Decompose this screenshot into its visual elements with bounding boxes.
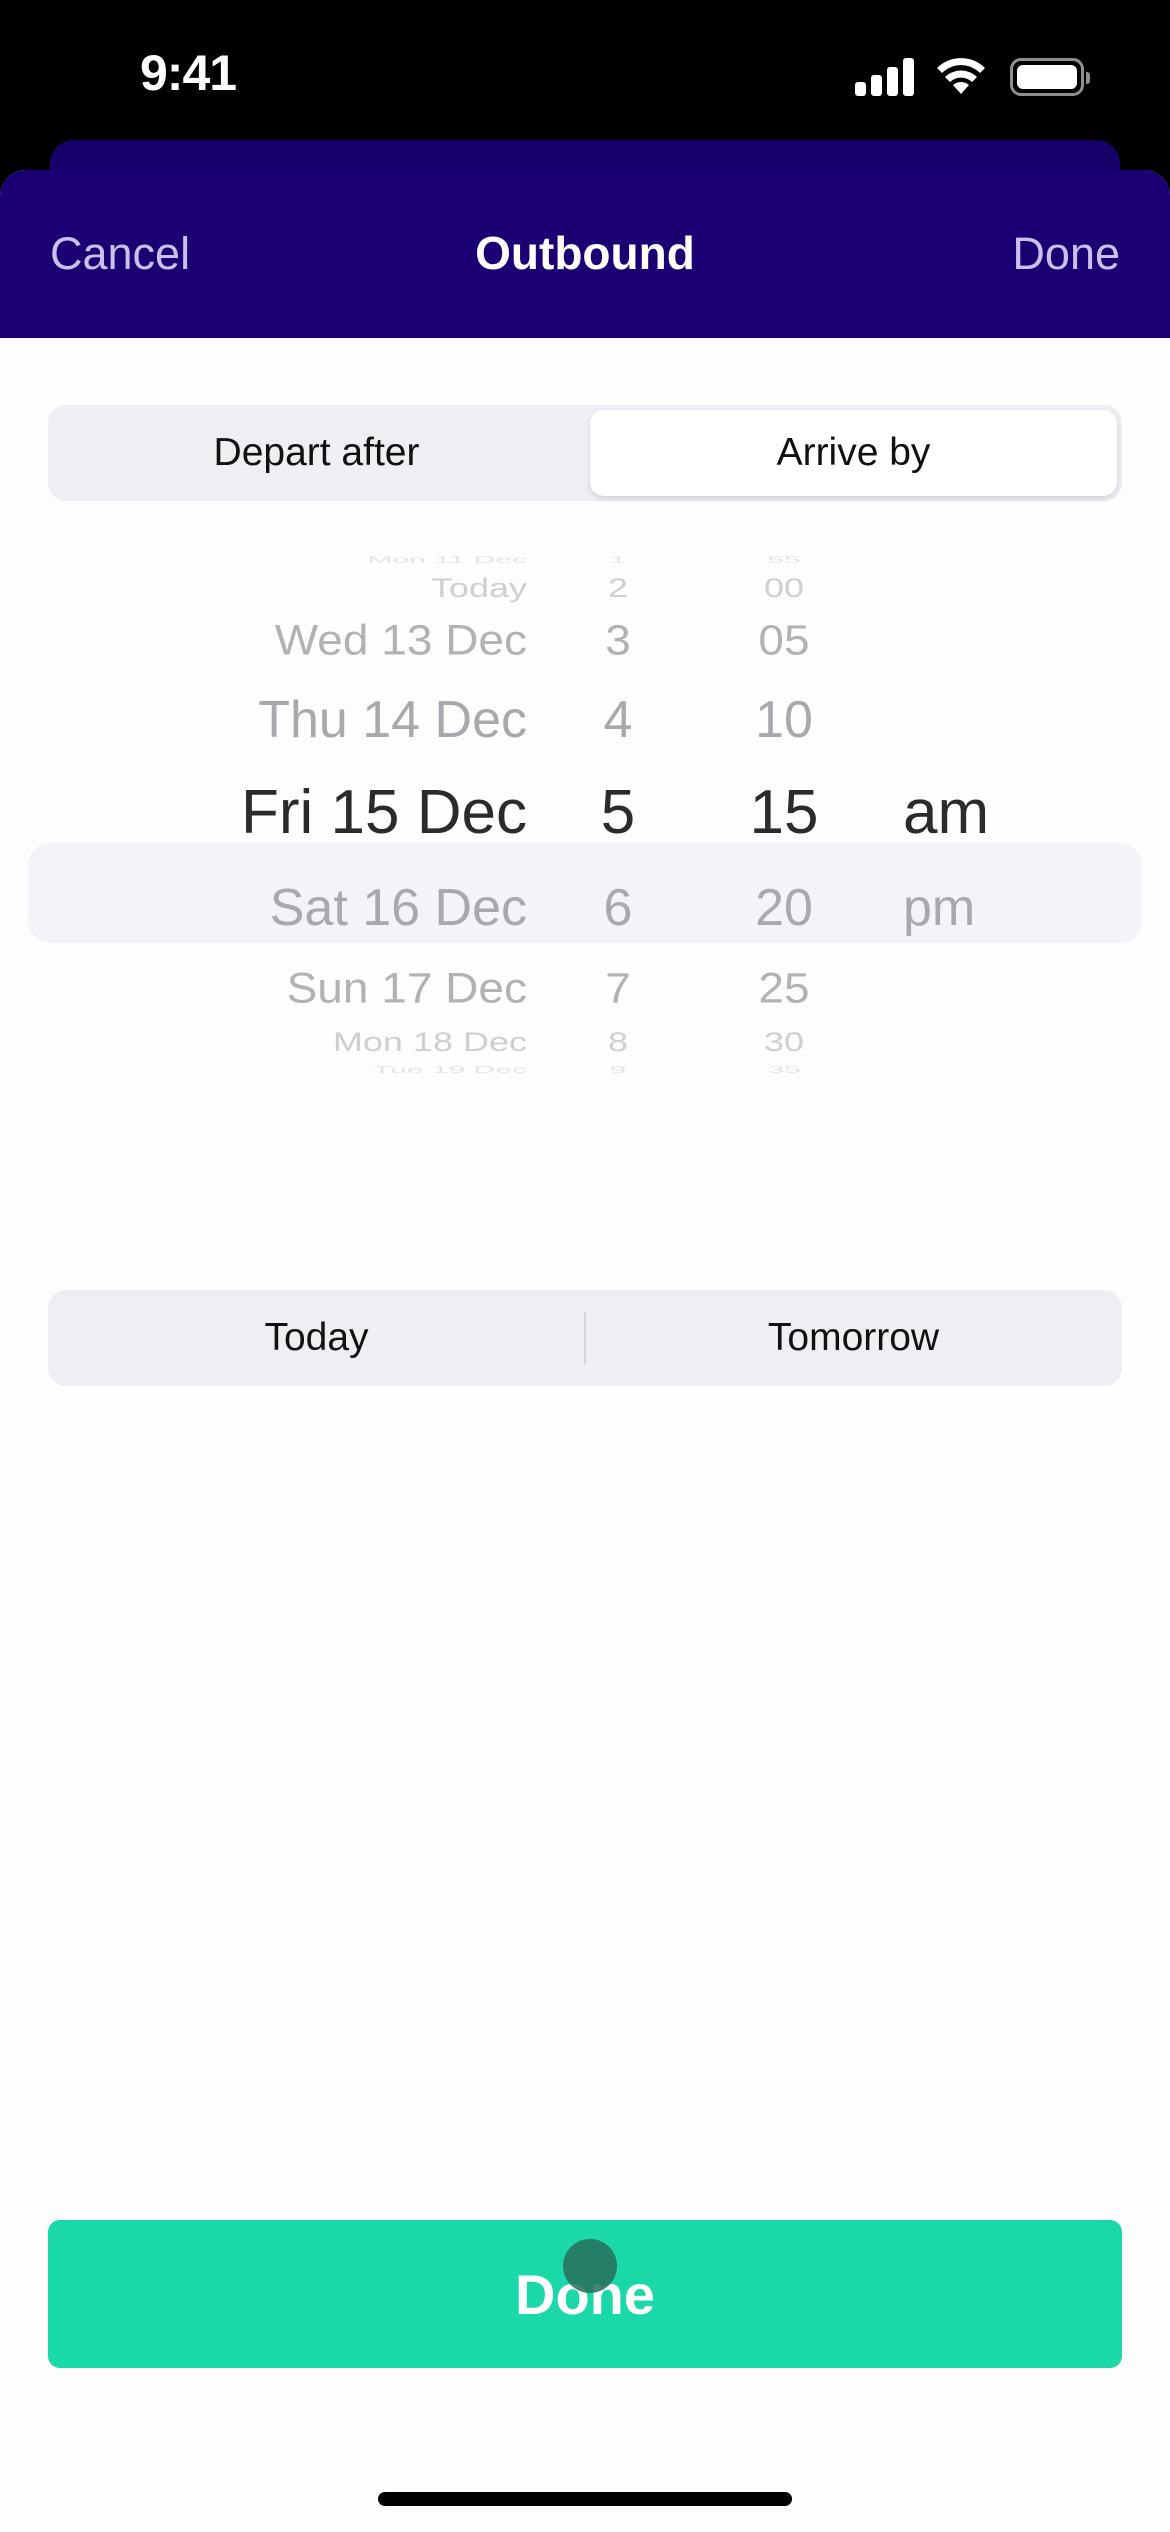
status-bar: 9:41 bbox=[0, 0, 1170, 140]
picker-date-value: Sun 17 Dec bbox=[286, 964, 527, 1013]
cellular-signal-icon bbox=[855, 58, 915, 96]
date-time-sheet: Cancel Outbound Done Depart after Arrive… bbox=[0, 170, 1170, 2532]
wifi-icon bbox=[937, 58, 985, 94]
picker-date-value: Mon 11 Dec bbox=[367, 553, 527, 566]
segment-tomorrow[interactable]: Tomorrow bbox=[585, 1290, 1122, 1386]
picker-date-value: Thu 14 Dec bbox=[258, 690, 527, 749]
cancel-button[interactable]: Cancel bbox=[50, 228, 190, 280]
picker-date-value: Tue 19 Dec bbox=[373, 1063, 527, 1076]
picker-date-value: Fri 15 Dec bbox=[241, 778, 527, 848]
touch-indicator bbox=[563, 2239, 617, 2293]
picker-date-value: Mon 18 Dec bbox=[332, 1026, 527, 1058]
nav-bar: Cancel Outbound Done bbox=[0, 170, 1170, 338]
segment-arrive-by[interactable]: Arrive by bbox=[590, 410, 1117, 496]
quick-day-segmented-control: Today Tomorrow bbox=[48, 1290, 1122, 1386]
status-time: 9:41 bbox=[140, 45, 237, 101]
picker-ampm-value: pm bbox=[903, 878, 976, 937]
picker-date-value: Today bbox=[430, 572, 527, 604]
nav-done-button[interactable]: Done bbox=[1012, 228, 1120, 280]
battery-icon bbox=[1010, 58, 1090, 96]
date-time-picker[interactable]: Mon 11 Dec 1 55 Today 2 00 Wed 13 Dec 3 05 Thu 14… bbox=[0, 554, 1170, 1075]
picker-date-value: Sat 16 Dec bbox=[269, 878, 527, 937]
departure-mode-segmented-control: Depart after Arrive by bbox=[48, 405, 1122, 501]
picker-ampm-value: am bbox=[903, 778, 990, 848]
segment-depart-after[interactable]: Depart after bbox=[48, 405, 585, 501]
home-indicator[interactable] bbox=[378, 2492, 792, 2506]
picker-date-value: Wed 13 Dec bbox=[274, 616, 527, 665]
segment-today[interactable]: Today bbox=[48, 1290, 585, 1386]
